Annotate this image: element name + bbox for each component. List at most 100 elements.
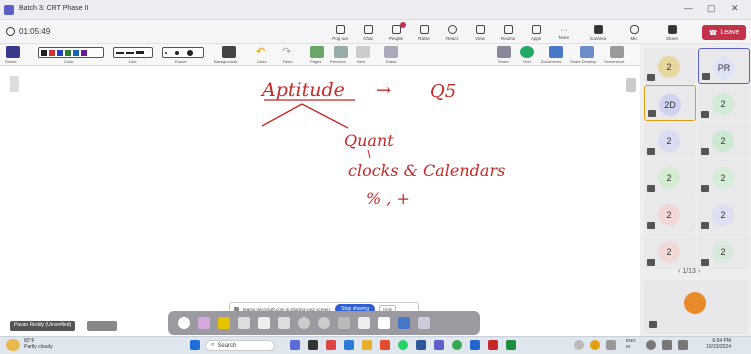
taskbar-search[interactable]: ⌕ Search: [205, 340, 275, 351]
tray-icon-1[interactable]: [590, 340, 600, 350]
backgrounds-icon[interactable]: [222, 46, 236, 58]
leave-button[interactable]: ☎ Leave: [702, 25, 746, 40]
hand-tool-icon[interactable]: [278, 317, 290, 329]
react-button[interactable]: React: [438, 22, 466, 44]
zoom-in-icon[interactable]: [298, 317, 310, 329]
participant-tile[interactable]: 2: [698, 85, 750, 121]
apps-button[interactable]: Apps: [522, 22, 550, 44]
whatsapp-icon[interactable]: [398, 340, 408, 350]
undo-icon[interactable]: ↶: [256, 46, 270, 58]
chat-button[interactable]: Chat: [354, 22, 382, 44]
text-tool-icon[interactable]: [378, 317, 390, 329]
pin-icon[interactable]: [647, 185, 655, 192]
pin-icon[interactable]: [702, 73, 710, 80]
next-page-icon[interactable]: [356, 46, 370, 58]
participant-tile[interactable]: 2: [644, 233, 696, 269]
color-swatch-purple[interactable]: [81, 49, 87, 56]
view-button[interactable]: View: [466, 22, 494, 44]
pin-icon[interactable]: [647, 259, 655, 266]
pages-icon[interactable]: [310, 46, 324, 58]
pin-icon[interactable]: [701, 185, 709, 192]
app-icon-1[interactable]: [326, 340, 336, 350]
close-button[interactable]: ✕: [731, 3, 739, 14]
participant-tile[interactable]: 2: [644, 159, 696, 195]
color-swatch-blue[interactable]: [57, 49, 63, 56]
line-tool-icon[interactable]: [358, 317, 370, 329]
more-button[interactable]: ··· More: [550, 22, 578, 44]
popout-button[interactable]: Pop out: [326, 22, 354, 44]
color-swatch-red[interactable]: [49, 49, 55, 56]
excel-icon[interactable]: [506, 340, 516, 350]
share-desktop-icon[interactable]: [580, 46, 594, 58]
erase-all-icon[interactable]: [384, 46, 398, 58]
color-swatch-green[interactable]: [65, 49, 71, 56]
pointer-icon[interactable]: [238, 317, 250, 329]
taskbar-clock[interactable]: 6:54 PM 10/23/2024: [706, 338, 731, 350]
battery-icon[interactable]: [678, 340, 688, 350]
participant-tile[interactable]: 2: [698, 196, 750, 232]
line-thick[interactable]: [136, 51, 144, 54]
chevron-right-icon[interactable]: ›: [698, 268, 700, 275]
tray-chevron-icon[interactable]: [574, 340, 584, 350]
camera-button[interactable]: Camera: [584, 22, 612, 44]
participant-tile[interactable]: 2D: [644, 85, 696, 121]
color-swatch-dark-blue[interactable]: [73, 49, 79, 56]
task-view-icon[interactable]: [308, 340, 318, 350]
line-thin[interactable]: [116, 51, 124, 54]
word-icon[interactable]: [416, 340, 426, 350]
zoom-out-icon[interactable]: [318, 317, 330, 329]
pen-stroke-icon[interactable]: [6, 46, 20, 58]
highlighter-icon[interactable]: [198, 317, 210, 329]
office-icon[interactable]: [380, 340, 390, 350]
participant-tile[interactable]: 2: [698, 159, 750, 195]
app-icon-3[interactable]: [488, 340, 498, 350]
line-style-group[interactable]: [113, 47, 153, 58]
pin-icon[interactable]: [647, 222, 655, 229]
dropbox-icon[interactable]: [470, 340, 480, 350]
participant-tile[interactable]: PR: [698, 48, 750, 84]
participant-tile[interactable]: 2: [644, 196, 696, 232]
language-indicator[interactable]: ENG IN: [626, 338, 636, 350]
participant-tile[interactable]: 2: [698, 122, 750, 158]
documents-icon[interactable]: [549, 46, 563, 58]
pin-icon[interactable]: [648, 110, 656, 117]
maximize-button[interactable]: ▢: [707, 3, 716, 14]
file-explorer-icon[interactable]: [362, 340, 372, 350]
color-swatch-black[interactable]: [41, 49, 47, 56]
raise-hand-button[interactable]: Raise: [410, 22, 438, 44]
windows-start-icon[interactable]: [190, 340, 200, 350]
volume-icon[interactable]: [662, 340, 672, 350]
teams-taskbar-icon[interactable]: [434, 340, 444, 350]
pin-icon[interactable]: [649, 321, 657, 328]
self-video-tile[interactable]: [644, 280, 748, 334]
chrome-icon[interactable]: [452, 340, 462, 350]
previous-page-icon[interactable]: [334, 46, 348, 58]
presenter-controls[interactable]: [87, 321, 117, 331]
pin-icon[interactable]: [647, 74, 655, 81]
mic-button[interactable]: Mic: [620, 22, 648, 44]
laser-icon[interactable]: [338, 317, 350, 329]
rooms-button[interactable]: Rooms: [494, 22, 522, 44]
participant-tile[interactable]: 2: [698, 233, 750, 269]
select-icon[interactable]: [258, 317, 270, 329]
minimize-button[interactable]: —: [684, 3, 693, 13]
eraser-medium[interactable]: [175, 50, 179, 55]
pin-icon[interactable]: [701, 222, 709, 229]
pin-icon[interactable]: [701, 148, 709, 155]
weather-widget[interactable]: 82°F Partly cloudy: [24, 338, 53, 350]
shapes-icon[interactable]: [398, 317, 410, 329]
pin-icon[interactable]: [701, 111, 709, 118]
eraser-small[interactable]: [165, 51, 167, 54]
line-medium[interactable]: [126, 51, 134, 54]
grid-globe-icon[interactable]: [520, 46, 534, 58]
color-palette[interactable]: [38, 47, 104, 58]
marker-icon[interactable]: [218, 317, 230, 329]
participants-pager[interactable]: ‹ 1/13 ›: [678, 268, 700, 275]
share-button[interactable]: Share: [658, 22, 686, 44]
pin-icon[interactable]: [647, 148, 655, 155]
share-board-icon[interactable]: [497, 46, 511, 58]
people-button[interactable]: People: [382, 22, 410, 44]
widgets-icon[interactable]: [290, 340, 300, 350]
pen-tool-icon[interactable]: [178, 317, 190, 329]
wifi-icon[interactable]: [646, 340, 656, 350]
